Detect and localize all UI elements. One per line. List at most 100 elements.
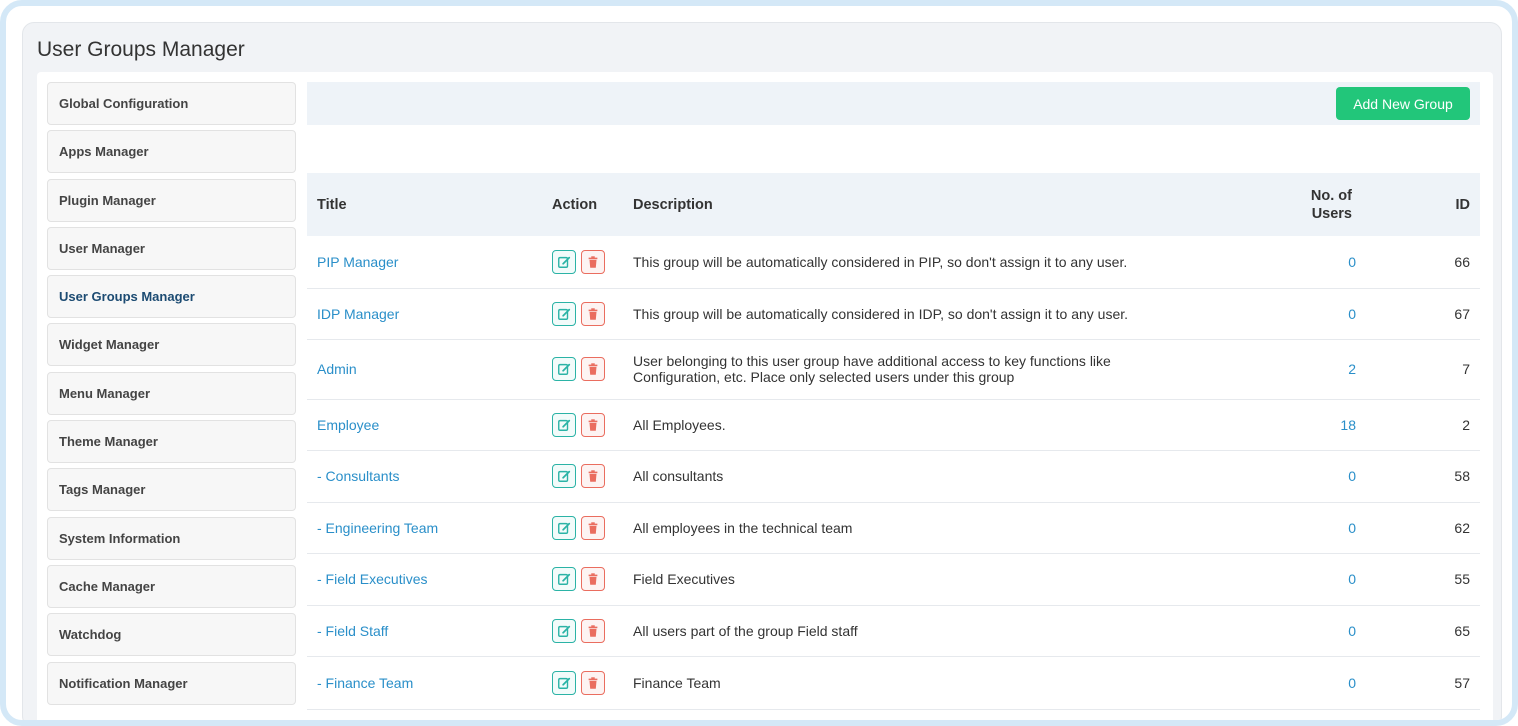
users-count-link[interactable]: 0 — [1348, 468, 1356, 484]
trash-icon — [586, 307, 600, 321]
users-count-link[interactable]: 0 — [1348, 520, 1356, 536]
table-row: - Engineering Team All employees in the t… — [307, 502, 1480, 553]
trash-icon — [586, 624, 600, 638]
sidebar-item-tags-manager[interactable]: Tags Manager — [47, 468, 296, 512]
users-count-link[interactable]: 0 — [1348, 571, 1356, 587]
group-id-cell: 7 — [1462, 361, 1470, 377]
sidebar-item-system-information[interactable]: System Information — [47, 516, 296, 560]
delete-button[interactable] — [581, 301, 605, 326]
group-title-link[interactable]: - Engineering Team — [317, 520, 438, 536]
group-title-link[interactable]: - Consultants — [317, 468, 399, 484]
group-title-link[interactable]: - Field Executives — [317, 571, 427, 587]
edit-button[interactable] — [552, 249, 576, 274]
sidebar-item-user-groups-manager[interactable]: User Groups Manager — [47, 275, 296, 319]
sidebar-item-user-manager[interactable]: User Manager — [47, 226, 296, 270]
delete-button[interactable] — [581, 464, 605, 488]
sidebar-item-menu-manager[interactable]: Menu Manager — [47, 371, 296, 415]
action-cell — [542, 399, 623, 450]
column-header-users-line2: Users — [1311, 205, 1352, 222]
group-title-link[interactable]: Admin — [317, 361, 357, 377]
group-id-cell: 2 — [1462, 416, 1470, 433]
column-header-users[interactable]: No. of Users — [1232, 173, 1430, 236]
group-id-cell: 57 — [1454, 674, 1470, 691]
table-row: Admin User belonging to this user group h… — [307, 339, 1480, 399]
description-cell: All consultants — [633, 468, 724, 484]
group-title-cell: - Engineering Team — [307, 502, 542, 553]
table-row: - Field Executives Field Executives 0 55 — [307, 553, 1480, 605]
action-cell — [542, 502, 623, 553]
edit-button[interactable] — [552, 567, 576, 591]
edit-button[interactable] — [552, 357, 576, 381]
group-title-cell: - Field Executives — [307, 553, 542, 605]
action-cell — [542, 339, 623, 399]
description-cell: Finance Team — [633, 674, 721, 691]
edit-button[interactable] — [552, 412, 576, 437]
column-header-id[interactable]: ID — [1430, 173, 1480, 236]
users-count-cell: 0 — [1232, 236, 1430, 288]
edit-button[interactable] — [552, 515, 576, 540]
sidebar: Global Configuration Apps Manager Plugin M… — [47, 82, 297, 710]
description-cell: Field Executives — [633, 571, 735, 587]
group-title-link[interactable]: IDP Manager — [317, 306, 399, 322]
trash-icon — [586, 572, 600, 586]
main-panel: User Groups Manager Global Configuration… — [22, 22, 1502, 720]
edit-button[interactable] — [552, 301, 576, 326]
row-actions — [552, 567, 613, 591]
group-title-link[interactable]: PIP Manager — [317, 254, 398, 270]
row-actions — [552, 515, 613, 540]
action-cell — [542, 236, 623, 288]
group-title-cell: PIP Manager — [307, 236, 542, 288]
edit-icon — [557, 572, 571, 586]
toolbar: Add New Group — [307, 82, 1480, 125]
edit-icon — [557, 418, 571, 432]
table-row: - Consultants All consultants 0 58 — [307, 450, 1480, 502]
sidebar-item-global-configuration[interactable]: Global Configuration — [47, 82, 296, 125]
sidebar-item-widget-manager[interactable]: Widget Manager — [47, 323, 296, 367]
table-row: - Field Staff All users part of the group… — [307, 605, 1480, 656]
trash-icon — [586, 676, 600, 690]
sidebar-item-watchdog[interactable]: Watchdog — [47, 613, 296, 657]
group-title-cell: Admin — [307, 339, 542, 399]
delete-button[interactable] — [581, 357, 605, 381]
action-cell — [542, 553, 623, 605]
action-cell — [542, 450, 623, 502]
group-title-cell: - Field Staff — [307, 605, 542, 656]
group-title-cell: IDP Manager — [307, 288, 542, 339]
users-count-cell: 18 — [1232, 399, 1430, 450]
delete-button[interactable] — [581, 249, 605, 274]
row-actions — [552, 412, 613, 437]
delete-button[interactable] — [581, 670, 605, 695]
column-header-users-line1: No. of — [1310, 187, 1352, 204]
group-title-link[interactable]: Employee — [317, 417, 379, 433]
add-new-group-button[interactable]: Add New Group — [1336, 87, 1470, 120]
delete-button[interactable] — [581, 618, 605, 643]
trash-icon — [586, 362, 600, 376]
table-row: Employee All Employees. 18 2 — [307, 399, 1480, 450]
sidebar-item-cache-manager[interactable]: Cache Manager — [47, 564, 296, 608]
column-header-title[interactable]: Title — [307, 173, 542, 236]
users-count-link[interactable]: 0 — [1348, 623, 1356, 639]
users-count-link[interactable]: 0 — [1348, 254, 1356, 270]
group-id-cell: 65 — [1454, 622, 1470, 639]
column-header-description[interactable]: Description — [623, 173, 1232, 236]
delete-button[interactable] — [581, 567, 605, 591]
sidebar-item-notification-manager[interactable]: Notification Manager — [47, 661, 296, 705]
edit-button[interactable] — [552, 618, 576, 643]
sidebar-item-theme-manager[interactable]: Theme Manager — [47, 420, 296, 464]
table-row: IDP Manager This group will be automatica… — [307, 288, 1480, 339]
users-count-link[interactable]: 2 — [1348, 361, 1356, 377]
users-count-link[interactable]: 18 — [1340, 417, 1356, 433]
trash-icon — [586, 255, 600, 269]
sidebar-item-plugin-manager[interactable]: Plugin Manager — [47, 178, 296, 222]
users-count-link[interactable]: 0 — [1348, 306, 1356, 322]
users-count-link[interactable]: 0 — [1348, 675, 1356, 691]
users-count-cell: 0 — [1232, 288, 1430, 339]
group-title-link[interactable]: - Field Staff — [317, 623, 388, 639]
delete-button[interactable] — [581, 412, 605, 437]
edit-button[interactable] — [552, 670, 576, 695]
sidebar-item-apps-manager[interactable]: Apps Manager — [47, 130, 296, 174]
delete-button[interactable] — [581, 515, 605, 540]
group-title-link[interactable]: - Finance Team — [317, 675, 413, 691]
description-cell: All Employees. — [633, 416, 726, 433]
edit-button[interactable] — [552, 464, 576, 488]
